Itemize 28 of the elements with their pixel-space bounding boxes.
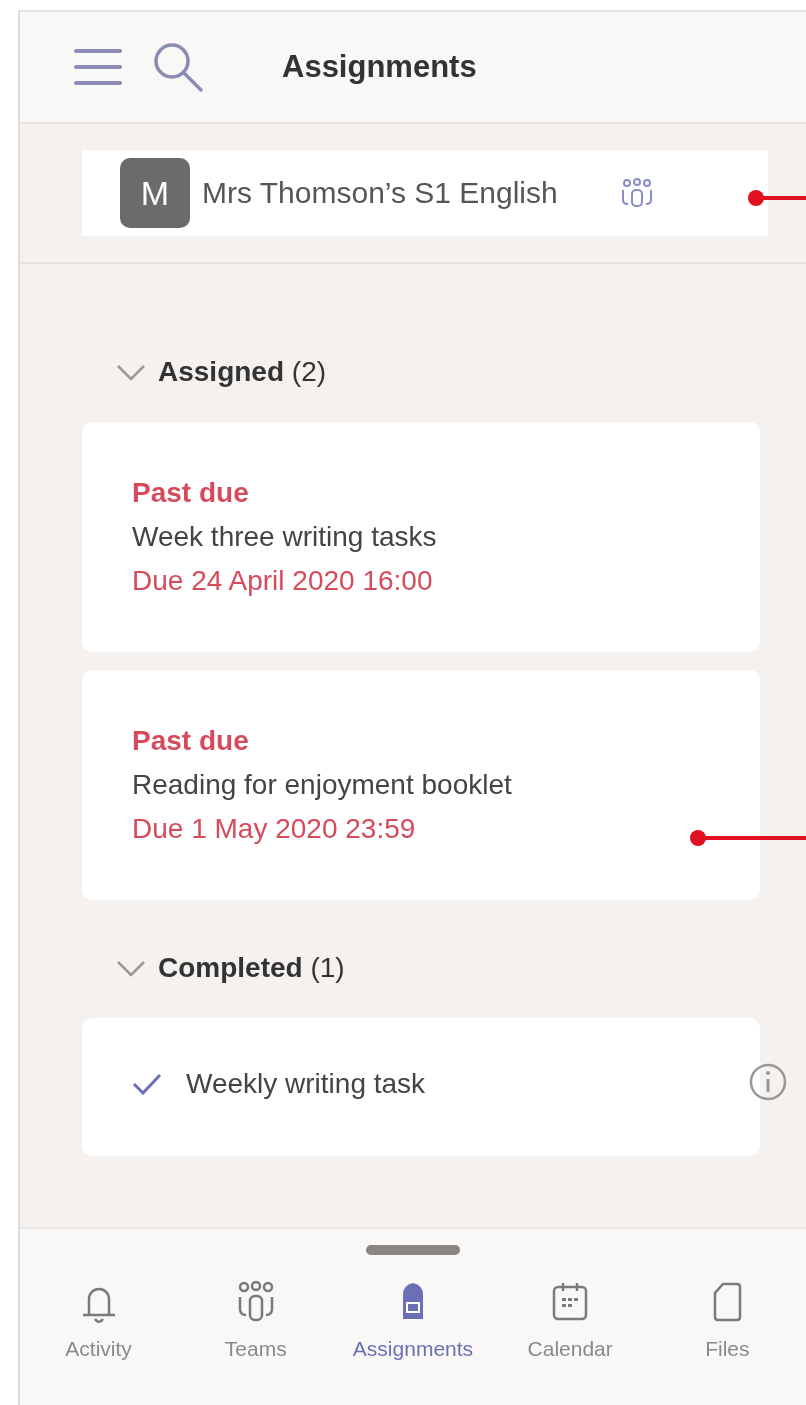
people-icon[interactable] xyxy=(619,178,654,208)
class-selector[interactable]: M Mrs Thomson’s S1 English xyxy=(82,150,768,236)
class-name: Mrs Thomson’s S1 English xyxy=(202,176,558,210)
status-label: Past due xyxy=(132,477,249,509)
search-icon[interactable] xyxy=(152,41,204,93)
menu-icon[interactable] xyxy=(74,48,122,86)
check-icon xyxy=(132,1073,162,1095)
nav-tab[interactable]: Assignments xyxy=(337,1281,488,1361)
info-icon[interactable] xyxy=(748,1062,788,1102)
class-avatar: M xyxy=(120,158,190,228)
assignment-card[interactable]: Past due Reading for enjoyment booklet Due 1 May 2020 23:59 xyxy=(82,670,760,900)
section-header[interactable]: Completed (1) xyxy=(82,936,760,1000)
section-title: Completed (1) xyxy=(158,952,345,984)
due-date: Due 24 April 2020 16:00 xyxy=(132,565,433,597)
assignment-title: Weekly writing task xyxy=(186,1068,426,1100)
assignment-card[interactable]: Weekly writing task xyxy=(82,1018,760,1156)
leader-line xyxy=(748,190,806,206)
drag-handle[interactable] xyxy=(366,1245,460,1255)
assignment-title: Reading for enjoyment booklet xyxy=(132,769,512,801)
due-date: Due 1 May 2020 23:59 xyxy=(132,813,416,845)
assignment-card[interactable]: Past due Week three writing tasks Due 24 April 2020 16:00 xyxy=(82,422,760,652)
chevron-icon xyxy=(116,959,146,977)
page-title: Assignments xyxy=(282,49,477,85)
assignment-title: Week three writing tasks xyxy=(132,521,437,553)
section-header[interactable]: Assigned (2) xyxy=(82,340,760,404)
chevron-icon xyxy=(116,363,146,381)
section-title: Assigned (2) xyxy=(158,356,327,388)
status-label: Past due xyxy=(132,725,249,757)
